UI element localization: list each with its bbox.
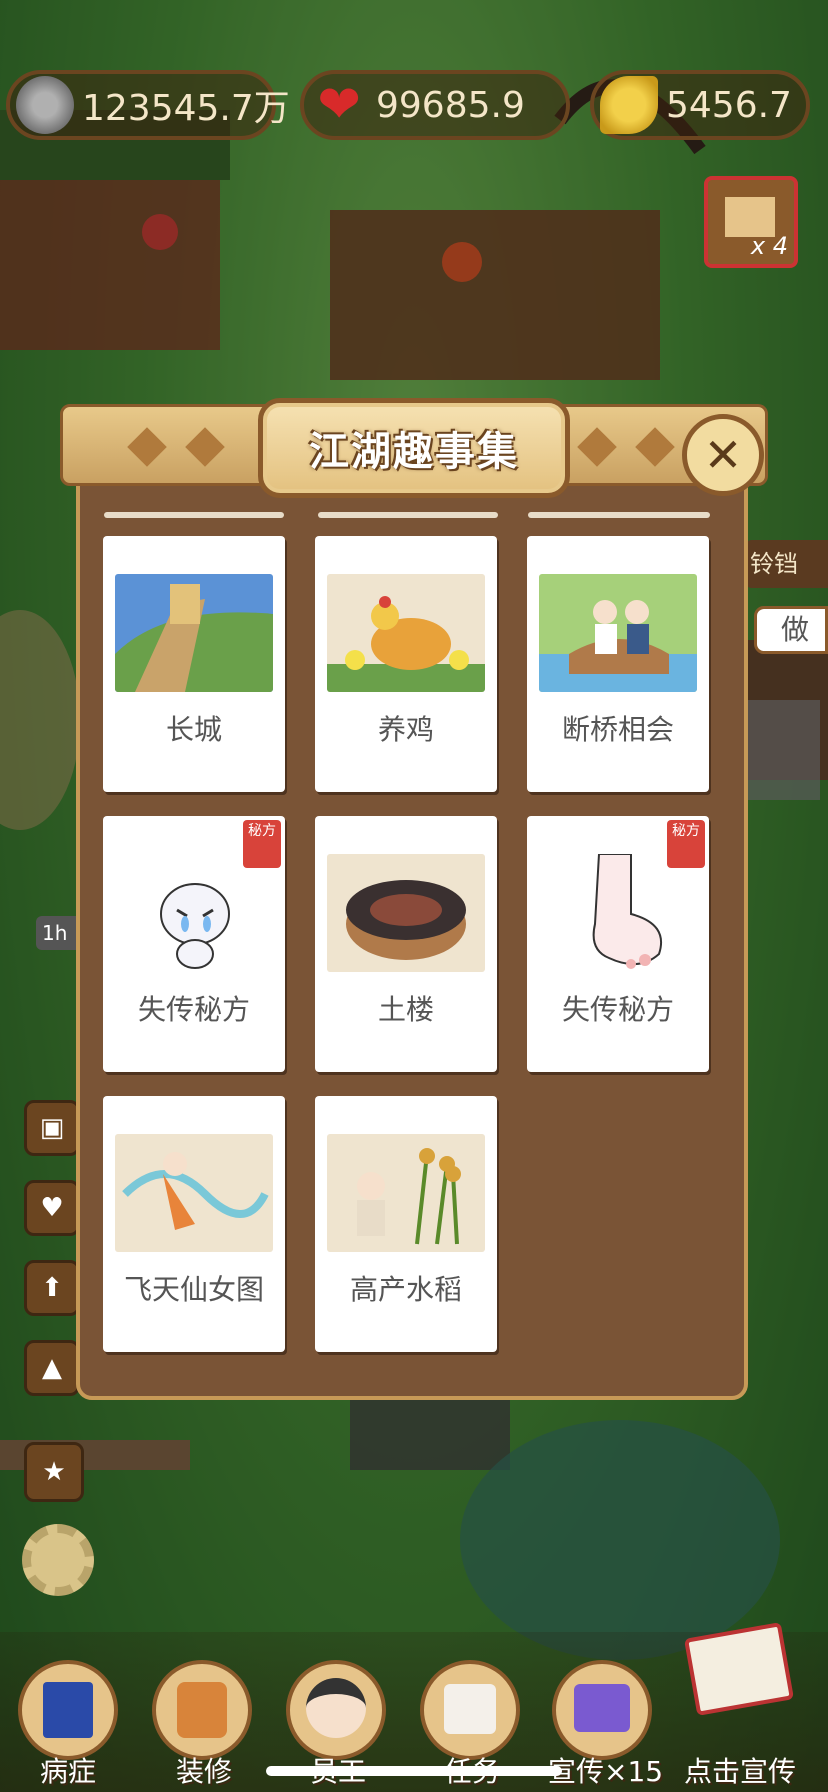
- brush-icon: [177, 1682, 227, 1738]
- coin-counter[interactable]: 123545.7万: [6, 70, 290, 140]
- header-diamond-ornament: [635, 427, 675, 467]
- scroll-edge-strip: [318, 512, 498, 518]
- header-diamond-ornament: [127, 427, 167, 467]
- card-label: 长城: [165, 713, 222, 746]
- scroll-edge-strip: [104, 512, 284, 518]
- shirt-icon: ▲: [42, 1353, 62, 1383]
- bridge-couple-icon: [539, 574, 697, 692]
- collection-card-lost-recipe[interactable]: 秘方 失传秘方: [103, 816, 285, 1072]
- card-label: 断桥相会: [561, 713, 674, 746]
- side-heart-button[interactable]: ♥: [24, 1180, 80, 1236]
- collection-card-lost-recipe-2[interactable]: 秘方 失传秘方: [527, 816, 709, 1072]
- bottom-label-symptoms: 病症: [40, 1755, 97, 1788]
- staff-avatar-icon: [306, 1678, 366, 1738]
- tasks-button[interactable]: [420, 1660, 520, 1760]
- banner-icon: [574, 1684, 630, 1732]
- card-label: 高产水稻: [349, 1273, 462, 1306]
- settings-gear-icon[interactable]: [22, 1524, 94, 1596]
- collection-card-great-wall[interactable]: 长城: [103, 536, 285, 792]
- card-label: 养鸡: [377, 713, 434, 746]
- heart-value: 99685.9: [376, 84, 525, 126]
- bottom-label-decorate: 装修: [176, 1755, 233, 1788]
- plaque-icon: [683, 1622, 795, 1716]
- chest-icon: ▣: [39, 1113, 65, 1143]
- heart-icon: ❤: [317, 75, 361, 135]
- collection-card-tulou[interactable]: 土楼: [315, 816, 497, 1072]
- card-label: 飞天仙女图: [123, 1273, 264, 1306]
- staff-button[interactable]: [286, 1660, 386, 1760]
- promote-button[interactable]: [552, 1660, 652, 1760]
- bench-count: x 4: [750, 232, 788, 260]
- home-indicator[interactable]: [266, 1766, 562, 1776]
- side-partial-bell[interactable]: 铃铛: [744, 540, 828, 588]
- side-upgrade-button[interactable]: ⬆: [24, 1260, 80, 1316]
- side-partial-do-label: 做: [781, 613, 810, 646]
- card-label: 失传秘方: [137, 993, 250, 1026]
- collection-card-rice[interactable]: 高产水稻: [315, 1096, 497, 1352]
- hen-chicks-icon: [327, 574, 485, 692]
- rice-elder-icon: [327, 1134, 485, 1252]
- coin-icon: [16, 76, 74, 134]
- crying-creature-icon: [160, 883, 230, 969]
- side-partial-bell-label: 铃铛: [750, 550, 798, 578]
- collection-title: 江湖趣事集: [309, 429, 519, 475]
- heart-counter[interactable]: ❤ 99685.9: [300, 70, 570, 140]
- book-icon: [43, 1682, 93, 1738]
- collection-card-fairy[interactable]: 飞天仙女图: [103, 1096, 285, 1352]
- side-star-book-button[interactable]: ★: [24, 1442, 84, 1502]
- heart-small-icon: ♥: [40, 1193, 64, 1223]
- bench-item-box[interactable]: x 4: [704, 176, 798, 268]
- side-chest-button[interactable]: ▣: [24, 1100, 80, 1156]
- side-partial-do[interactable]: 做: [754, 606, 828, 654]
- symptoms-button[interactable]: [18, 1660, 118, 1760]
- header-diamond-ornament: [577, 427, 617, 467]
- close-icon: ✕: [703, 428, 743, 482]
- bottom-label-click-promote: 点击宣传: [684, 1755, 797, 1788]
- side-shirt-button[interactable]: ▲: [24, 1340, 80, 1396]
- arrow-up-icon: ⬆: [41, 1273, 63, 1303]
- card-label: 土楼: [377, 993, 434, 1026]
- tulou-icon: [327, 854, 485, 972]
- card-label: 失传秘方: [561, 993, 674, 1026]
- star-book-icon: ★: [42, 1457, 66, 1487]
- leaf-value: 5456.7: [666, 84, 792, 126]
- click-promote-button[interactable]: [683, 1622, 795, 1740]
- flying-fairy-icon: [115, 1134, 273, 1252]
- bottom-label-promote: 宣传×15: [548, 1755, 664, 1788]
- scroll-icon: [444, 1684, 496, 1734]
- collection-card-chicken[interactable]: 养鸡: [315, 536, 497, 792]
- timer-label: 1h: [42, 921, 68, 945]
- leaf-icon: [600, 76, 658, 134]
- header-diamond-ornament: [185, 427, 225, 467]
- scroll-edge-strip: [528, 512, 710, 518]
- collection-card-bridge[interactable]: 断桥相会: [527, 536, 709, 792]
- close-button[interactable]: ✕: [682, 414, 764, 496]
- decorate-button[interactable]: [152, 1660, 252, 1760]
- leaf-counter[interactable]: 5456.7: [590, 70, 810, 140]
- timer-badge: 1h: [36, 916, 80, 950]
- collection-title-plate: 江湖趣事集: [258, 398, 570, 498]
- great-wall-icon: [115, 574, 273, 692]
- foot-icon: [592, 854, 662, 969]
- coin-value: 123545.7万: [82, 88, 290, 129]
